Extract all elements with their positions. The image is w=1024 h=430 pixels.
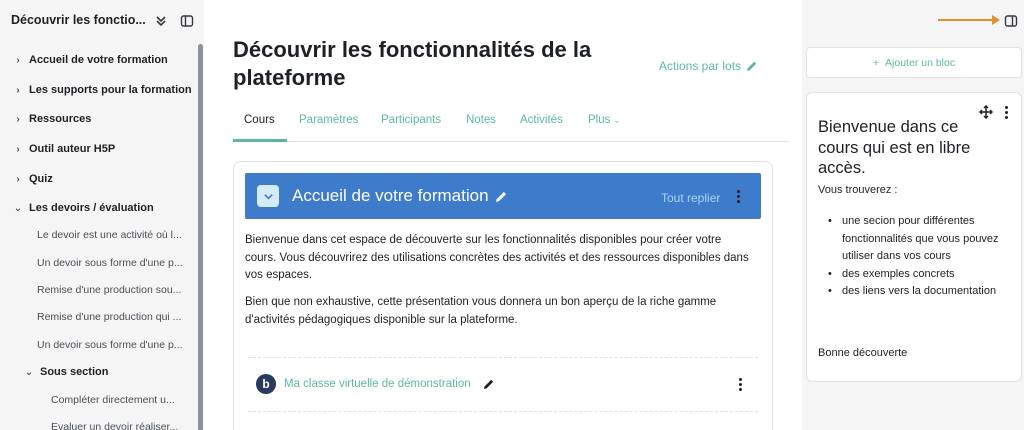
course-index-activity[interactable]: Le devoir est une activité où l... bbox=[37, 229, 182, 241]
list-item: des exemples concrets bbox=[818, 266, 1008, 284]
course-section-card: Accueil de votre formation Tout replier … bbox=[233, 161, 773, 430]
course-index-section[interactable]: › Accueil de votre formation bbox=[13, 54, 168, 66]
tab-notes[interactable]: Notes bbox=[466, 114, 496, 126]
course-index-label: Les supports pour la formation bbox=[29, 84, 192, 96]
course-index-label: Accueil de votre formation bbox=[29, 54, 168, 66]
chevron-down-icon[interactable]: ⌄ bbox=[13, 203, 23, 214]
collapse-all-sections-icon[interactable] bbox=[152, 12, 170, 30]
tab-plus-label: Plus bbox=[588, 114, 611, 126]
tab-plus[interactable]: Plus ⌄ bbox=[588, 114, 620, 126]
course-index-label: Remise d'une production sou... bbox=[37, 284, 182, 296]
chevron-right-icon[interactable]: › bbox=[13, 114, 23, 125]
course-index-drawer: Découvrir les fonctio... › Accueil de vot… bbox=[0, 0, 204, 430]
chevron-right-icon[interactable]: › bbox=[13, 144, 23, 155]
section-menu-icon[interactable] bbox=[732, 188, 744, 204]
block-list: une secion pour différentes fonctionnali… bbox=[818, 213, 1008, 301]
course-index-section[interactable]: ⌄ Les devoirs / évaluation bbox=[13, 202, 154, 214]
course-index-activity[interactable]: Un devoir sous forme d'une p... bbox=[37, 339, 183, 351]
add-block-label: Ajouter un bloc bbox=[885, 56, 956, 69]
section-collapse-button[interactable] bbox=[257, 185, 279, 207]
course-index-activity[interactable]: Un devoir sous forme d'une p... bbox=[37, 257, 183, 269]
course-index-label: Compléter directement u... bbox=[51, 394, 175, 406]
section-summary-paragraph: Bien que non exhaustive, cette présentat… bbox=[245, 296, 717, 326]
chevron-right-icon[interactable]: › bbox=[13, 85, 23, 96]
page-title: Découvrir les fonctionnalités de la plat… bbox=[233, 37, 592, 90]
list-item: une secion pour différentes fonctionnali… bbox=[818, 213, 1008, 266]
course-index-section[interactable]: ⌄ Sous section bbox=[24, 366, 109, 378]
chevron-right-icon[interactable]: › bbox=[13, 55, 23, 66]
tab-cours[interactable]: Cours bbox=[244, 114, 275, 126]
section-title-text: Accueil de votre formation bbox=[292, 186, 489, 205]
course-index-label: Ressources bbox=[29, 113, 92, 125]
active-tab-indicator bbox=[233, 139, 287, 142]
chevron-right-icon[interactable]: › bbox=[13, 174, 23, 185]
bigbluebutton-icon: b bbox=[256, 374, 276, 394]
section-summary-paragraph: Bienvenue dans cet espace de découverte … bbox=[245, 234, 749, 281]
tab-parametres[interactable]: Paramètres bbox=[299, 114, 358, 126]
collapse-all-link[interactable]: Tout replier bbox=[661, 191, 720, 205]
course-index-label: Remise d'une production qui ... bbox=[37, 311, 182, 323]
tab-activites[interactable]: Activités bbox=[520, 114, 563, 126]
block-outro: Bonne découverte bbox=[818, 347, 908, 359]
course-index-section[interactable]: › Quiz bbox=[13, 173, 53, 185]
open-block-drawer-icon[interactable] bbox=[1002, 12, 1020, 30]
pencil-icon bbox=[747, 61, 757, 71]
plus-icon: + bbox=[872, 56, 880, 69]
block-menu-icon[interactable] bbox=[1000, 104, 1012, 120]
course-tabs: Cours Paramètres Participants Notes Acti… bbox=[233, 104, 789, 142]
course-index-header: Découvrir les fonctio... bbox=[0, 0, 204, 42]
course-index-section[interactable]: › Ressources bbox=[13, 113, 91, 125]
course-index-label: Un devoir sous forme d'une p... bbox=[37, 257, 183, 269]
annotation-arrow-right bbox=[938, 15, 1000, 25]
section-title[interactable]: Accueil de votre formation bbox=[292, 186, 508, 206]
block-drawer: + Ajouter un bloc Bienvenue dans ce cour… bbox=[802, 0, 1024, 430]
pencil-icon[interactable] bbox=[495, 190, 508, 203]
course-index-title: Découvrir les fonctio... bbox=[11, 13, 146, 27]
activity-item: b Ma classe virtuelle de démonstration bbox=[256, 374, 495, 394]
activity-menu-icon[interactable] bbox=[734, 376, 746, 392]
bulk-actions-label: Actions par lots bbox=[659, 59, 742, 73]
tab-participants[interactable]: Participants bbox=[381, 114, 441, 126]
course-index-section[interactable]: › Outil auteur H5P bbox=[13, 143, 115, 155]
block-title: Bienvenue dans ce cours qui est en libre… bbox=[818, 118, 971, 177]
course-index-label: Le devoir est une activité où l... bbox=[37, 229, 182, 241]
course-index-label: Sous section bbox=[40, 366, 109, 378]
course-index-label: Evaluer un devoir réaliser... bbox=[51, 421, 179, 430]
course-index-activity[interactable]: Compléter directement u... bbox=[51, 394, 175, 406]
activity-divider bbox=[248, 357, 758, 358]
main-content: Découvrir les fonctionnalités de la plat… bbox=[204, 0, 802, 430]
welcome-block: Bienvenue dans ce cours qui est en libre… bbox=[806, 92, 1022, 382]
course-index-activity[interactable]: Evaluer un devoir réaliser... bbox=[51, 421, 178, 430]
course-index-label: Un devoir sous forme d'une p... bbox=[37, 339, 183, 351]
course-index-activity[interactable]: Remise d'une production sou... bbox=[37, 284, 181, 296]
close-drawer-icon[interactable] bbox=[178, 12, 196, 30]
list-item: des liens vers la documentation bbox=[818, 283, 1008, 301]
block-intro: Vous trouverez : bbox=[818, 184, 898, 196]
course-index-activity[interactable]: Remise d'une production qui ... bbox=[37, 311, 181, 323]
chevron-down-icon bbox=[263, 193, 273, 200]
activity-divider bbox=[248, 411, 758, 412]
course-index-label: Les devoirs / évaluation bbox=[29, 202, 154, 214]
bulk-actions-link[interactable]: Actions par lots bbox=[659, 59, 758, 73]
course-index-section[interactable]: › Les supports pour la formation bbox=[13, 84, 192, 96]
activity-link[interactable]: Ma classe virtuelle de démonstration bbox=[284, 378, 471, 390]
pencil-icon[interactable] bbox=[483, 378, 495, 390]
course-index-scrollbar[interactable] bbox=[198, 44, 203, 430]
course-index-label: Quiz bbox=[29, 173, 53, 185]
course-index-label: Outil auteur H5P bbox=[29, 143, 116, 155]
chevron-down-icon[interactable]: ⌄ bbox=[24, 367, 34, 378]
section-header: Accueil de votre formation Tout replier bbox=[245, 173, 761, 219]
add-block-button[interactable]: + Ajouter un bloc bbox=[806, 47, 1022, 78]
chevron-down-icon: ⌄ bbox=[613, 116, 621, 125]
